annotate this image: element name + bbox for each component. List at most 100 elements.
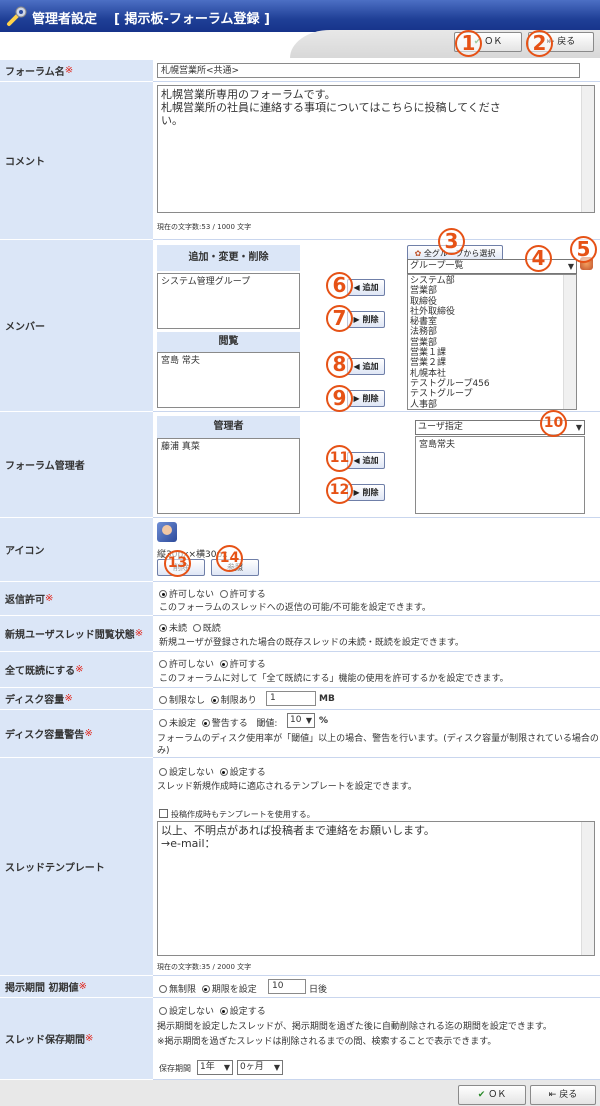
keep-year-select[interactable]: 1年 ▼ bbox=[197, 1060, 233, 1075]
template-desc: スレッド新規作成時に適応されるテンプレートを設定できます。 bbox=[157, 782, 417, 792]
template-counter: 現在の文字数:35 / 2000 文字 bbox=[157, 963, 252, 971]
title-bar: 管理者設定 [ 掲示板-フォーラム登録 ] bbox=[0, 0, 600, 32]
period-days-input[interactable]: 10 bbox=[268, 979, 306, 994]
marker-5: 5 bbox=[570, 236, 597, 263]
page-title: 管理者設定 bbox=[32, 12, 98, 27]
template-textarea[interactable]: 以上、不明点があれば投稿者まで連絡をお願いします。 →e-mail： bbox=[157, 821, 595, 956]
read-all-allow-radio[interactable] bbox=[219, 660, 228, 668]
read-all-deny-radio[interactable] bbox=[159, 660, 167, 668]
disk-cell: 制限なし 制限あり 1 MB bbox=[153, 688, 600, 710]
reply-allow-radio[interactable] bbox=[219, 590, 228, 598]
disk-warn-threshold-select[interactable]: 10 ▼ bbox=[287, 713, 315, 728]
group-list-item[interactable]: 営業１課 bbox=[410, 348, 574, 358]
new-user-label: 新規ユーザスレッド閲覧状態 ※ bbox=[0, 616, 153, 652]
group-list-item[interactable]: 法務部 bbox=[410, 327, 574, 337]
read-all-label: 全て既読にする ※ bbox=[0, 652, 153, 688]
disk-warn-desc-2: み) bbox=[157, 746, 170, 756]
disk-warn-off-radio[interactable] bbox=[159, 719, 167, 727]
period-unlimited-radio[interactable] bbox=[159, 985, 167, 993]
chevron-down-icon: ▼ bbox=[223, 1063, 230, 1072]
marker-13: 13 bbox=[164, 550, 191, 577]
forum-icon-image bbox=[157, 522, 177, 542]
keep-on-radio[interactable] bbox=[219, 1007, 228, 1015]
disk-warn-label: ディスク容量警告 ※ bbox=[0, 710, 153, 758]
forum-name-cell: 札幌営業所<共通> bbox=[153, 60, 600, 82]
reply-deny-radio[interactable] bbox=[159, 590, 167, 598]
marker-4: 4 bbox=[525, 245, 552, 272]
keep-desc-2: ※掲示期間を過ぎたスレッドは削除されるまでの間、検索することで表示できます。 bbox=[157, 1037, 497, 1047]
chevron-down-icon: ▼ bbox=[575, 423, 582, 432]
marker-3: 3 bbox=[438, 228, 465, 255]
comment-scrollbar[interactable] bbox=[581, 86, 594, 212]
marker-6: 6 bbox=[326, 272, 353, 299]
disk-warn-desc-1: フォーラムのディスク使用率が「閾値」以上の場合、警告を行います。(ディスク容量が… bbox=[157, 734, 599, 744]
new-user-unread-radio[interactable] bbox=[159, 624, 167, 632]
template-off-radio[interactable] bbox=[159, 768, 167, 776]
chevron-down-icon: ▼ bbox=[567, 262, 574, 271]
admin-header: 管理者 bbox=[157, 416, 300, 438]
new-user-cell: 未読 既読 新規ユーザが登録された場合の既存スレッドの未読・既読を設定できます。 bbox=[153, 616, 600, 652]
template-scrollbar[interactable] bbox=[581, 822, 594, 955]
forum-name-input[interactable]: 札幌営業所<共通> bbox=[157, 63, 580, 78]
page-subtitle: [ 掲示板-フォーラム登録 ] bbox=[114, 12, 270, 27]
disk-unit: MB bbox=[319, 694, 335, 704]
template-label: スレッドテンプレート bbox=[0, 758, 153, 976]
marker-7: 7 bbox=[326, 305, 353, 332]
wrench-icon bbox=[7, 6, 27, 26]
disk-label: ディスク容量 ※ bbox=[0, 688, 153, 710]
disk-warn-cell: 未設定 警告する 閾値: 10 ▼ % フォーラムのディスク使用率が「閾値」以上の… bbox=[153, 710, 600, 758]
view-members-list[interactable]: 宮島 常夫 bbox=[157, 352, 300, 408]
period-limit-radio[interactable] bbox=[201, 985, 210, 993]
disk-warn-unit: % bbox=[319, 716, 329, 726]
group-list-item[interactable]: 営業部 bbox=[410, 286, 574, 296]
group-list-item[interactable]: 人事部 bbox=[410, 400, 574, 409]
marker-10: 10 bbox=[540, 410, 567, 437]
keep-label: スレッド保存期間 ※ bbox=[0, 998, 153, 1080]
template-post-checkbox[interactable] bbox=[159, 809, 168, 818]
group-list[interactable]: システム部 営業部 取締役 社外取締役 秘書室 法務部 営業部 営業１課 営業２… bbox=[407, 274, 577, 410]
disk-size-input[interactable]: 1 bbox=[266, 691, 316, 706]
template-on-radio[interactable] bbox=[219, 768, 228, 776]
ok-button-bottom[interactable]: ✔ ＯＫ bbox=[458, 1085, 526, 1105]
chevron-down-icon: ▼ bbox=[273, 1063, 280, 1072]
marker-11: 11 bbox=[326, 445, 353, 472]
read-all-desc: このフォーラムに対して「全て既読にする」機能の使用を許可するかを設定できます。 bbox=[159, 674, 509, 684]
keep-off-radio[interactable] bbox=[159, 1007, 167, 1015]
group-list-item[interactable]: 営業２課 bbox=[410, 358, 574, 368]
comment-cell: 札幌営業所専用のフォーラムです。 札幌営業所の社員に連絡する事項についてはこちら… bbox=[153, 82, 600, 240]
group-list-item[interactable]: システム部 bbox=[410, 276, 574, 286]
group-list-item[interactable]: テストグループ bbox=[410, 389, 574, 399]
group-list-item[interactable]: 取締役 bbox=[410, 297, 574, 307]
user-list[interactable]: 宮島常夫 bbox=[415, 436, 585, 514]
period-unit: 日後 bbox=[309, 985, 328, 995]
forum-admin-cell: 管理者 藤浦 真菜 ◀ 追加 ▶ 削除 ユーザ指定 ▼ 宮島常夫 bbox=[153, 412, 600, 518]
group-list-item[interactable]: 社外取締役 bbox=[410, 307, 574, 317]
back-arrow-icon: ⇤ bbox=[548, 1090, 557, 1100]
check-icon: ✔ bbox=[477, 1090, 486, 1100]
disk-warn-on-radio[interactable] bbox=[201, 719, 210, 727]
keep-month-select[interactable]: 0ヶ月 ▼ bbox=[237, 1060, 283, 1075]
disk-limited-radio[interactable] bbox=[210, 696, 219, 704]
reply-cell: 許可しない 許可する このフォーラムのスレッドへの返信の可能/不可能を設定できま… bbox=[153, 582, 600, 616]
marker-14: 14 bbox=[216, 545, 243, 572]
group-list-item[interactable]: 秘書室 bbox=[410, 317, 574, 327]
comment-counter: 現在の文字数:53 / 1000 文字 bbox=[157, 223, 252, 231]
back-button-bottom[interactable]: ⇤ 戻る bbox=[530, 1085, 596, 1105]
marker-9: 9 bbox=[326, 385, 353, 412]
group-list-item[interactable]: テストグループ456 bbox=[410, 379, 574, 389]
new-user-read-radio[interactable] bbox=[192, 624, 201, 632]
icon-label: アイコン bbox=[0, 518, 153, 582]
group-list-item[interactable]: 営業部 bbox=[410, 338, 574, 348]
disk-unlimited-radio[interactable] bbox=[159, 696, 167, 704]
marker-12: 12 bbox=[326, 477, 353, 504]
forum-name-label: フォーラム名 ※ bbox=[0, 60, 153, 82]
group-list-scrollbar[interactable] bbox=[563, 275, 576, 409]
view-members-header: 閲覧 bbox=[157, 332, 300, 352]
group-list-item[interactable]: 札幌本社 bbox=[410, 369, 574, 379]
admin-list[interactable]: 藤浦 真菜 bbox=[157, 438, 300, 514]
keep-desc-1: 掲示期間を設定したスレッドが、掲示期間を過ぎた後に自動削除される迄の期間を設定で… bbox=[157, 1022, 552, 1032]
comment-textarea[interactable]: 札幌営業所専用のフォーラムです。 札幌営業所の社員に連絡する事項についてはこちら… bbox=[157, 85, 595, 213]
edit-members-header: 追加・変更・削除 bbox=[157, 245, 300, 271]
edit-members-list[interactable]: システム管理グループ bbox=[157, 273, 300, 329]
chevron-down-icon: ▼ bbox=[305, 716, 312, 725]
